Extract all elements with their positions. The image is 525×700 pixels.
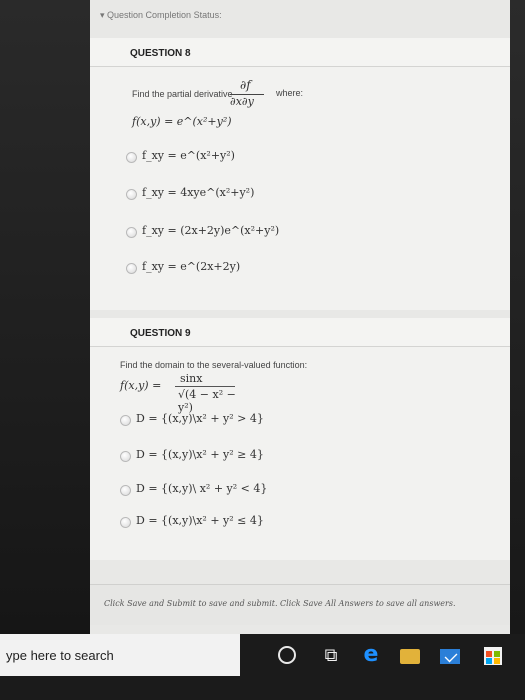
quiz-page: ▾ Question Completion Status: QUESTION 8… — [90, 0, 510, 634]
answer-option[interactable]: f_xy = (2x+2y)e^(x²+y²) — [126, 224, 406, 242]
question-title: QUESTION 8 — [130, 48, 191, 59]
fraction-bar — [175, 386, 235, 387]
question-8: QUESTION 8 Find the partial derivative ∂… — [90, 38, 510, 310]
radio-button[interactable] — [126, 227, 137, 238]
option-label: D = {(x,y)\x² + y² ≤ 4} — [136, 514, 264, 527]
screen-bezel-right — [510, 0, 525, 634]
submit-instructions: Click Save and Submit to save and submit… — [104, 599, 456, 608]
partial-derivative-fraction: ∂f ∂x∂y — [230, 78, 270, 110]
completion-status-toggle[interactable]: ▾ Question Completion Status: — [100, 10, 222, 21]
radio-button[interactable] — [126, 263, 137, 274]
answer-option[interactable]: D = {(x,y)\x² + y² ≤ 4} — [120, 514, 400, 532]
radio-button[interactable] — [126, 189, 137, 200]
option-label: f_xy = e^(x²+y²) — [142, 149, 235, 162]
radio-button[interactable] — [126, 152, 137, 163]
fraction-numerator: sinx — [180, 372, 203, 385]
cortana-icon[interactable] — [278, 646, 296, 664]
where-label: where: — [276, 88, 304, 98]
answer-option[interactable]: f_xy = e^(2x+2y) — [126, 260, 406, 278]
submit-instructions-bar: Click Save and Submit to save and submit… — [90, 584, 510, 625]
fraction-denominator: ∂x∂y — [230, 95, 254, 108]
edge-browser-icon[interactable]: e — [360, 644, 382, 666]
task-view-icon[interactable]: ⧉ — [320, 644, 342, 666]
option-label: D = {(x,y)\ x² + y² < 4} — [136, 482, 268, 495]
screen-bezel-left — [0, 0, 90, 634]
function-lhs: f(x,y) = — [120, 379, 162, 392]
question-prompt: Find the domain to the several-valued fu… — [120, 360, 308, 370]
question-8-header: QUESTION 8 — [90, 38, 510, 67]
answer-option[interactable]: D = {(x,y)\x² + y² ≥ 4} — [120, 448, 400, 466]
option-label: D = {(x,y)\x² + y² > 4} — [136, 412, 264, 425]
file-explorer-icon[interactable] — [400, 649, 420, 664]
question-9-header: QUESTION 9 — [90, 318, 510, 347]
store-icon[interactable] — [484, 647, 502, 665]
question-title: QUESTION 9 — [130, 328, 191, 339]
question-9: QUESTION 9 Find the domain to the severa… — [90, 318, 510, 560]
radio-button[interactable] — [120, 517, 131, 528]
option-label: f_xy = e^(2x+2y) — [142, 260, 241, 273]
domain-function: f(x,y) = sinx √(4 − x² − y²) — [120, 372, 250, 414]
search-placeholder: ype here to search — [6, 648, 114, 663]
answer-option[interactable]: f_xy = 4xye^(x²+y²) — [126, 186, 406, 204]
option-label: f_xy = (2x+2y)e^(x²+y²) — [142, 224, 280, 237]
mail-icon[interactable] — [440, 649, 460, 664]
answer-option[interactable]: f_xy = e^(x²+y²) — [126, 149, 406, 167]
taskbar: ype here to search ⧉ e — [0, 634, 525, 700]
answer-option[interactable]: D = {(x,y)\ x² + y² < 4} — [120, 482, 400, 500]
option-label: D = {(x,y)\x² + y² ≥ 4} — [136, 448, 264, 461]
fraction-numerator: ∂f — [240, 78, 251, 92]
function-definition: f(x,y) = e^(x²+y²) — [132, 115, 232, 128]
radio-button[interactable] — [120, 415, 131, 426]
radio-button[interactable] — [120, 485, 131, 496]
question-prompt: Find the partial derivative — [132, 89, 233, 99]
option-label: f_xy = 4xye^(x²+y²) — [142, 186, 255, 199]
fraction-denominator: √(4 − x² − y²) — [178, 388, 236, 414]
radio-button[interactable] — [120, 451, 131, 462]
taskbar-search-box[interactable]: ype here to search — [0, 634, 240, 676]
answer-option[interactable]: D = {(x,y)\x² + y² > 4} — [120, 412, 400, 430]
